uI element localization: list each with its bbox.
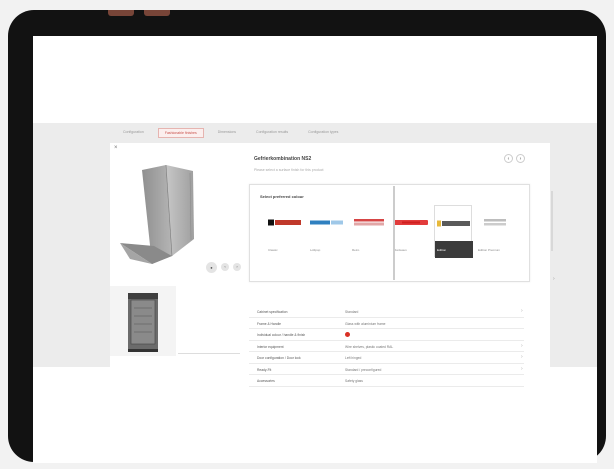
- brand-option[interactable]: Edition Premium: [476, 205, 514, 257]
- spec-key: Frame & Handle: [257, 321, 282, 326]
- spec-value: Standard / preconfigured: [345, 367, 382, 372]
- brand-name: Retro: [352, 248, 360, 252]
- tab-dimensions[interactable]: Dimensions: [212, 128, 242, 138]
- app-screen: Configuration Fashionable finishes Dimen…: [33, 36, 597, 463]
- brand-picker-card: Select preferred colour Classic Lollipop…: [249, 184, 530, 282]
- door-panel-render: [120, 164, 194, 264]
- brand-picker-title: Select preferred colour: [260, 194, 304, 199]
- device-button-mark: [108, 10, 134, 16]
- brand-name: Edition: [437, 248, 447, 252]
- spec-value: Left hinged: [345, 356, 362, 360]
- fridge-thumbnail-image: [128, 293, 158, 352]
- brand-logo: [437, 220, 470, 227]
- 3d-viewer[interactable]: × ● ‹ ›: [110, 143, 241, 283]
- brand-name: Classic: [268, 248, 278, 252]
- product-subtitle: Please select a surface finish for this …: [254, 168, 324, 172]
- spec-value: Safety glass: [345, 379, 363, 383]
- brand-option-selected[interactable]: Edition: [434, 205, 473, 258]
- chevron-right-icon: ›: [521, 308, 523, 314]
- viewer-controls: ● ‹ ›: [206, 262, 241, 273]
- spec-row[interactable]: Frame & Handle Glass with aluminium fram…: [249, 318, 524, 329]
- brand-option[interactable]: Retro: [350, 205, 388, 257]
- color-dot-icon: [345, 332, 350, 337]
- spec-row[interactable]: Accessories Safety glass: [249, 375, 524, 387]
- tab-configuration-results[interactable]: Configuration results: [250, 128, 294, 138]
- product-nav: ‹ ›: [504, 154, 525, 163]
- brand-card-scrollbar[interactable]: [393, 186, 395, 280]
- brand-logo: [310, 220, 343, 225]
- tablet-frame: Configuration Fashionable finishes Dimen…: [8, 10, 606, 463]
- spec-row[interactable]: Door configuration / Door lock Left hing…: [249, 352, 524, 364]
- thumbnail-divider: [178, 353, 240, 354]
- configurator-panel: × ● ‹ › Gefrierkombination NS2 Please se…: [110, 143, 550, 387]
- brand-name: Edition Premium: [478, 248, 501, 252]
- close-icon[interactable]: ×: [114, 145, 118, 151]
- spec-key: Accessories: [257, 379, 275, 383]
- brand-logo: [354, 219, 384, 226]
- chevron-right-icon: ›: [521, 365, 523, 372]
- play-icon[interactable]: ●: [206, 262, 217, 273]
- product-thumbnail[interactable]: [110, 286, 176, 356]
- spec-value: Glass with aluminium frame: [345, 321, 386, 326]
- tab-fashionable-finishes[interactable]: Fashionable finishes: [157, 128, 204, 138]
- spec-key: Interior equipment: [257, 344, 284, 349]
- panel-scrollbar[interactable]: [551, 191, 553, 251]
- brand-logo: [394, 220, 428, 225]
- brand-logo: [484, 219, 506, 226]
- spec-row[interactable]: Cabinet specification Standard ›: [249, 306, 524, 318]
- spec-value: Standard: [345, 310, 359, 314]
- device-button-mark: [144, 10, 170, 16]
- spec-list: Cabinet specification Standard › Frame &…: [249, 306, 524, 387]
- rotate-right-icon[interactable]: ›: [233, 263, 241, 271]
- brand-option[interactable]: Classic: [266, 205, 304, 257]
- spec-key: Cabinet specification: [257, 310, 288, 314]
- spec-key: Individual colour / handle & finish: [257, 333, 306, 337]
- spec-key: Ready-Fit: [257, 367, 272, 372]
- brand-option[interactable]: Bordeaux: [392, 205, 430, 257]
- brand-name: Bordeaux: [394, 248, 407, 252]
- chevron-right-icon: ›: [521, 342, 523, 349]
- tab-configuration[interactable]: Configuration: [117, 128, 150, 138]
- brand-logos: Classic Lollipop Retro Bordeaux Edition …: [250, 205, 531, 275]
- step-tabs: Configuration Fashionable finishes Dimen…: [117, 128, 344, 138]
- prev-icon[interactable]: ‹: [504, 154, 513, 163]
- rotate-left-icon[interactable]: ‹: [221, 263, 229, 271]
- spec-key: Door configuration / Door lock: [257, 356, 301, 360]
- spec-row[interactable]: Ready-Fit Standard / preconfigured ›: [249, 364, 524, 375]
- product-title: Gefrierkombination NS2: [254, 156, 312, 162]
- tab-configuration-types[interactable]: Configuration types: [302, 128, 344, 138]
- brand-option[interactable]: Lollipop: [308, 205, 346, 257]
- next-icon[interactable]: ›: [516, 154, 525, 163]
- spec-value: Wire shelves, plastic coated RAL: [345, 344, 394, 349]
- brand-name: Lollipop: [310, 248, 321, 252]
- spec-row[interactable]: Individual colour / handle & finish: [249, 329, 524, 341]
- brand-logo: [268, 219, 301, 226]
- chevron-right-icon: ›: [521, 354, 523, 360]
- spec-row[interactable]: Interior equipment Wire shelves, plastic…: [249, 341, 524, 352]
- expand-icon[interactable]: ›: [553, 276, 555, 282]
